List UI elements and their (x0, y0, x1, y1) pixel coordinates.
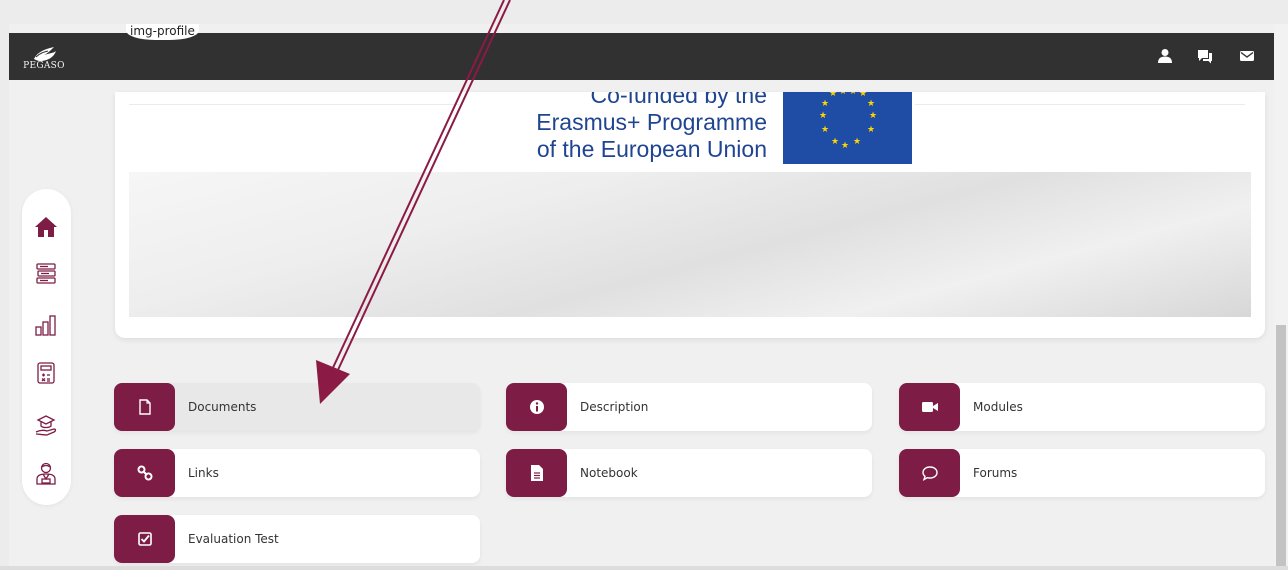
annotation-arrow (316, 0, 511, 404)
